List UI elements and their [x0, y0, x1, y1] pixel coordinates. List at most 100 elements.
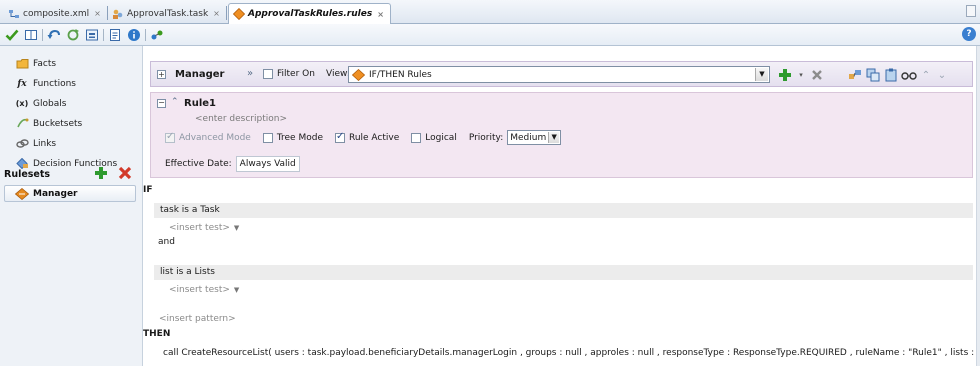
move-up-icon[interactable]: ⌃ — [918, 67, 934, 83]
view-label: View: — [326, 69, 350, 79]
priority-select[interactable]: Medium ▼ — [507, 130, 562, 145]
effective-date-value[interactable]: Always Valid — [235, 156, 300, 172]
if-keyword: IF — [143, 185, 153, 195]
functions-icon: fx — [17, 78, 27, 89]
rule-properties-icon[interactable] — [847, 67, 863, 83]
rule-panel: − ⌃ Rule1 <enter description> Advanced M… — [150, 92, 973, 178]
pattern-list[interactable]: list is a Lists — [154, 265, 973, 280]
delete-ruleset-icon[interactable] — [118, 166, 132, 183]
toolbar-separator — [42, 29, 43, 41]
filter-on-checkbox[interactable]: Filter On — [263, 69, 315, 79]
chevron-down-icon[interactable]: ▼ — [755, 68, 768, 81]
insert-test-task[interactable]: <insert test> ▼ — [169, 223, 239, 233]
insert-test-label: <insert test> — [169, 285, 230, 295]
insert-test-label: <insert test> — [169, 223, 230, 233]
chevron-down-icon[interactable]: ▼ — [548, 132, 560, 143]
insert-test-list[interactable]: <insert test> ▼ — [169, 285, 239, 295]
pattern-task[interactable]: task is a Task — [154, 203, 973, 218]
nav-item-label: Bucketsets — [33, 118, 83, 129]
priority-field: Priority: Medium ▼ — [469, 130, 562, 145]
task-icon — [113, 9, 123, 19]
rule-options: Advanced Mode Tree Mode Rule Active Logi… — [165, 130, 562, 145]
checkbox[interactable] — [334, 131, 345, 143]
tab-approval-task-rules[interactable]: ApprovalTaskRules.rules × — [228, 3, 391, 24]
action-call[interactable]: call CreateResourceList( users : task.pa… — [163, 348, 980, 358]
ruleset-label: Manager — [33, 188, 78, 199]
effective-date-label: Effective Date: — [165, 159, 232, 169]
bucketsets-icon — [15, 118, 29, 130]
close-icon[interactable]: × — [213, 9, 220, 18]
filter-label: Filter On — [277, 69, 315, 79]
nav-item-functions[interactable]: fx Functions — [15, 76, 76, 91]
nav-item-globals[interactable]: (x) Globals — [15, 96, 67, 111]
add-rule-icon[interactable] — [777, 67, 793, 83]
logical-label: Logical — [425, 132, 457, 143]
document-icon[interactable] — [107, 27, 123, 43]
rule-name[interactable]: Rule1 — [184, 98, 216, 109]
nav-item-links[interactable]: Links — [15, 136, 56, 151]
ruleset-title: Manager — [175, 69, 225, 80]
rules-icon — [352, 68, 365, 81]
copy-rule-icon[interactable] — [865, 67, 881, 83]
checkbox[interactable] — [411, 132, 422, 143]
rule-active-checkbox[interactable]: Rule Active — [334, 131, 400, 143]
rule-body: IF task is a Task <insert test> ▼ and li… — [143, 182, 980, 366]
tab-approval-task[interactable]: ApprovalTask.task × — [108, 3, 227, 24]
tree-icon[interactable] — [84, 27, 100, 43]
nav-item-bucketsets[interactable]: Bucketsets — [15, 116, 82, 131]
link-icon[interactable] — [149, 27, 165, 43]
toolbar-separator — [103, 29, 104, 41]
manager-header-bar: + Manager » Filter On View: IF/THEN Rule… — [150, 61, 973, 87]
nav-item-facts[interactable]: Facts — [15, 56, 56, 71]
expand-ruleset-icon[interactable]: + — [157, 70, 166, 79]
refresh-icon[interactable] — [65, 27, 81, 43]
advanced-mode-checkbox: Advanced Mode — [165, 131, 251, 143]
add-ruleset-icon[interactable] — [94, 166, 108, 183]
info-icon[interactable] — [126, 27, 142, 43]
undo-icon[interactable] — [46, 27, 62, 43]
find-icon[interactable] — [901, 67, 917, 83]
toolbar-separator — [145, 29, 146, 41]
logical-checkbox[interactable]: Logical — [411, 132, 457, 143]
paste-rule-icon[interactable] — [883, 67, 899, 83]
chevron-down-icon[interactable]: ▼ — [234, 286, 239, 294]
move-down-icon[interactable]: ⌄ — [934, 67, 950, 83]
nav-item-label: Globals — [33, 98, 67, 109]
chevron-down-icon[interactable]: ▼ — [234, 224, 239, 232]
tab-composite-xml[interactable]: composite.xml × — [4, 3, 108, 24]
tree-mode-label: Tree Mode — [276, 132, 323, 143]
links-icon — [15, 138, 29, 150]
priority-value: Medium — [510, 132, 547, 143]
tab-label: ApprovalTaskRules.rules — [248, 9, 373, 19]
restore-window-icon[interactable] — [966, 5, 976, 17]
editor-tab-strip: composite.xml × ApprovalTask.task × Appr… — [0, 0, 980, 24]
globals-icon: (x) — [15, 99, 29, 108]
delete-rule-icon[interactable] — [809, 67, 825, 83]
rulesets-label: Rulesets — [4, 168, 51, 180]
book-icon[interactable] — [23, 27, 39, 43]
and-keyword: and — [158, 237, 175, 247]
collapse-rule-icon[interactable]: − — [157, 99, 166, 108]
close-icon[interactable]: × — [377, 10, 384, 19]
rule-chevron-icon[interactable]: ⌃ — [171, 97, 179, 107]
filter-checkbox[interactable] — [263, 69, 273, 79]
help-icon[interactable]: ? — [962, 27, 976, 41]
view-select[interactable]: IF/THEN Rules ▼ — [348, 66, 770, 83]
insert-pattern[interactable]: <insert pattern> — [159, 314, 236, 324]
checkbox[interactable] — [262, 132, 273, 143]
add-dropdown-icon[interactable]: ▾ — [793, 67, 809, 83]
tree-mode-checkbox[interactable]: Tree Mode — [262, 132, 323, 143]
validate-icon[interactable] — [4, 27, 20, 43]
rule-description[interactable]: <enter description> — [195, 114, 287, 124]
view-value: IF/THEN Rules — [369, 69, 432, 80]
rulesets-header: Rulesets — [4, 166, 138, 182]
ruleset-icon — [14, 187, 30, 200]
ruleset-item-manager[interactable]: Manager — [4, 185, 136, 202]
checkbox — [165, 131, 175, 143]
collapse-chevron-icon[interactable]: » — [247, 68, 253, 79]
vertical-scrollbar[interactable] — [976, 46, 980, 366]
then-keyword: THEN — [143, 329, 171, 339]
close-icon[interactable]: × — [94, 9, 101, 18]
rule-active-label: Rule Active — [348, 132, 400, 143]
ruleset-editor: + Manager » Filter On View: IF/THEN Rule… — [143, 46, 980, 366]
